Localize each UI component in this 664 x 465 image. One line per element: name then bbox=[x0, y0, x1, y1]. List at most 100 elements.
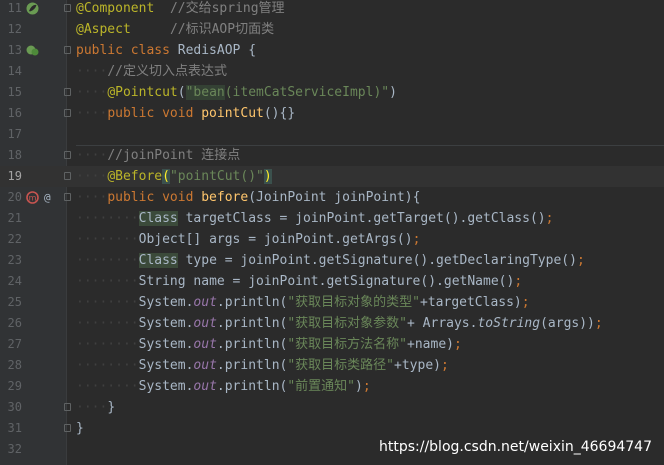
line-number[interactable]: 12 bbox=[0, 19, 22, 40]
line-number[interactable]: 13 bbox=[0, 40, 22, 61]
code-text: ····@Pointcut("bean(itemCatServiceImpl)"… bbox=[76, 82, 397, 103]
code-token: before bbox=[201, 190, 249, 205]
code-token: ········ bbox=[76, 253, 139, 268]
fold-marker-icon[interactable] bbox=[64, 424, 71, 432]
code-token: System. bbox=[138, 295, 194, 310]
line-number[interactable]: 21 bbox=[0, 208, 22, 229]
code-token: (args)) bbox=[540, 316, 595, 331]
line-number[interactable]: 17 bbox=[0, 124, 22, 145]
code-token: ; bbox=[521, 295, 530, 310]
code-text: ····@Before("pointCut()") bbox=[76, 166, 272, 187]
line-number[interactable]: 29 bbox=[0, 376, 22, 397]
code-token: ········ bbox=[76, 232, 139, 247]
code-token: ···· bbox=[76, 85, 108, 100]
code-line[interactable]: 19 ····@Before("pointCut()") bbox=[0, 166, 664, 187]
code-line[interactable]: 26 ········System.out.println("获取目标对象参数"+… bbox=[0, 313, 664, 334]
code-line[interactable]: 29 ········System.out.println("前置通知"); bbox=[0, 376, 664, 397]
line-number[interactable]: 26 bbox=[0, 313, 22, 334]
code-line[interactable]: 24 ········String name = joinPoint.getSig… bbox=[0, 271, 664, 292]
code-token: } bbox=[107, 400, 116, 415]
code-token: System. bbox=[138, 379, 194, 394]
line-number[interactable]: 18 bbox=[0, 145, 22, 166]
spring-bean-icon[interactable] bbox=[26, 2, 39, 15]
code-token: out bbox=[193, 358, 217, 373]
spring-aspect-icon[interactable] bbox=[26, 44, 39, 57]
code-token: ········ bbox=[76, 295, 139, 310]
code-line[interactable]: 16 ····public void pointCut(){} bbox=[0, 103, 664, 124]
code-token: .println( bbox=[216, 358, 288, 373]
code-token: pointCut bbox=[201, 106, 264, 121]
code-token: ; bbox=[362, 379, 371, 394]
code-text: ····public void before(JoinPoint joinPoi… bbox=[76, 187, 420, 208]
code-token: //定义切入点表达式 bbox=[107, 64, 227, 79]
code-token: ···· bbox=[76, 169, 108, 184]
code-line[interactable]: 13 public class RedisAOP { bbox=[0, 40, 664, 61]
code-token: System. bbox=[138, 358, 194, 373]
code-token: @Aspect bbox=[76, 22, 131, 37]
fold-marker-icon[interactable] bbox=[64, 193, 71, 201]
code-line[interactable]: 28 ········System.out.println("获取目标类路径"+t… bbox=[0, 355, 664, 376]
fold-marker-icon[interactable] bbox=[64, 151, 71, 159]
line-number[interactable]: 22 bbox=[0, 229, 22, 250]
code-token: ; bbox=[412, 232, 421, 247]
code-token: out bbox=[193, 316, 217, 331]
code-line[interactable]: 25 ········System.out.println("获取目标对象的类型"… bbox=[0, 292, 664, 313]
code-token: +targetClass) bbox=[420, 295, 522, 310]
code-line[interactable]: 14 ····//定义切入点表达式 bbox=[0, 61, 664, 82]
code-token: ········ bbox=[76, 379, 139, 394]
fold-marker-icon[interactable] bbox=[64, 46, 71, 54]
line-number[interactable]: 28 bbox=[0, 355, 22, 376]
line-number[interactable]: 31 bbox=[0, 418, 22, 439]
line-number[interactable]: 24 bbox=[0, 271, 22, 292]
fold-marker-icon[interactable] bbox=[64, 109, 71, 117]
line-number[interactable]: 30 bbox=[0, 397, 22, 418]
code-token: public void bbox=[107, 190, 202, 205]
code-line[interactable]: 30 ····} bbox=[0, 397, 664, 418]
code-token: Class bbox=[138, 253, 178, 268]
fold-marker-icon[interactable] bbox=[64, 4, 71, 12]
code-line[interactable]: 27 ········System.out.println("获取目标方法名称"+… bbox=[0, 334, 664, 355]
code-text: ········String name = joinPoint.getSigna… bbox=[76, 271, 522, 292]
line-number[interactable]: 14 bbox=[0, 61, 22, 82]
code-token: ········ bbox=[76, 274, 139, 289]
line-number[interactable]: 20 bbox=[0, 187, 22, 208]
advice-method-icon[interactable]: m bbox=[26, 191, 39, 204]
code-token: ( bbox=[162, 169, 170, 184]
code-token: ···· bbox=[76, 190, 108, 205]
code-line[interactable]: 20 @ m ····public void before(JoinPoint joi… bbox=[0, 187, 664, 208]
code-line[interactable]: 11 @Component //交给spring管理 bbox=[0, 0, 664, 19]
code-token: ; bbox=[453, 337, 462, 352]
fold-marker-icon[interactable] bbox=[64, 403, 71, 411]
fold-marker-icon[interactable] bbox=[64, 88, 71, 96]
code-editor[interactable]: 11 @Component //交给spring管理 12 @Aspect //标识A… bbox=[0, 0, 664, 465]
line-number[interactable]: 25 bbox=[0, 292, 22, 313]
code-token: "获取目标方法名称" bbox=[287, 337, 408, 352]
code-text: @Component //交给spring管理 bbox=[76, 0, 285, 19]
code-token: "获取目标对象参数" bbox=[287, 316, 408, 331]
code-line[interactable]: 31} bbox=[0, 418, 664, 439]
code-token: "获取目标类路径" bbox=[287, 358, 395, 373]
code-line[interactable]: 18 ····//joinPoint 连接点 bbox=[0, 145, 664, 166]
method-separator bbox=[76, 145, 664, 146]
code-token: ; bbox=[576, 253, 585, 268]
annotation-marker-icon[interactable]: @ bbox=[44, 187, 51, 208]
line-number[interactable]: 15 bbox=[0, 82, 22, 103]
line-number[interactable]: 19 bbox=[0, 166, 22, 187]
code-line[interactable]: 12 @Aspect //标识AOP切面类 bbox=[0, 19, 664, 40]
code-line[interactable]: 22 ········Object[] args = joinPoint.getA… bbox=[0, 229, 664, 250]
code-token: .println( bbox=[216, 337, 288, 352]
code-line[interactable]: 21 ········Class targetClass = joinPoint.… bbox=[0, 208, 664, 229]
line-number[interactable]: 27 bbox=[0, 334, 22, 355]
code-token: } bbox=[76, 421, 84, 436]
code-token: ; bbox=[514, 274, 523, 289]
line-number[interactable]: 16 bbox=[0, 103, 22, 124]
code-line[interactable]: 17 bbox=[0, 124, 664, 145]
line-number[interactable]: 23 bbox=[0, 250, 22, 271]
code-line[interactable]: 15 ····@Pointcut("bean(itemCatServiceImpl… bbox=[0, 82, 664, 103]
line-number[interactable]: 32 bbox=[0, 439, 22, 460]
fold-marker-icon[interactable] bbox=[64, 172, 71, 180]
code-line[interactable]: 23 ········Class type = joinPoint.getSign… bbox=[0, 250, 664, 271]
code-token: ···· bbox=[76, 148, 108, 163]
line-number[interactable]: 11 bbox=[0, 0, 22, 19]
